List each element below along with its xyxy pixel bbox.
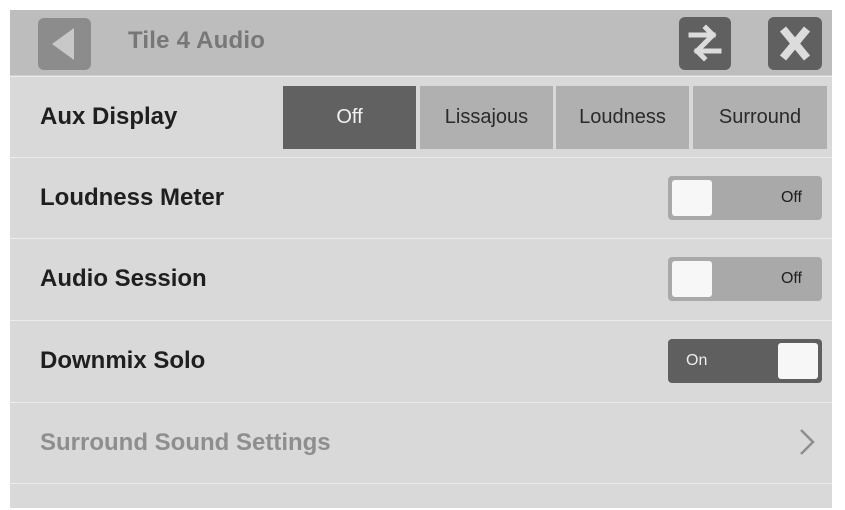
swap-button[interactable] [679,17,731,70]
audio-session-row: Audio Session Off [10,238,832,319]
aux-option-off[interactable]: Off [283,86,416,149]
page-title: Tile 4 Audio [128,27,266,54]
surround-sound-settings-row[interactable]: Surround Sound Settings [10,402,832,483]
toggle-state-text: Off [780,270,802,287]
downmix-solo-label: Downmix Solo [40,347,206,374]
downmix-solo-row: Downmix Solo On [10,320,832,401]
audio-session-toggle[interactable]: Off [668,257,822,301]
title-bar: Tile 4 Audio [10,10,832,76]
back-button[interactable] [38,18,91,70]
toggle-state-text: Off [780,189,802,206]
chevron-right-icon [796,427,818,462]
aux-display-row: Aux Display Off Lissajous Loudness Surro… [10,76,832,157]
aux-option-surround[interactable]: Surround [693,86,827,149]
toggle-knob [672,261,712,297]
audio-session-label: Audio Session [40,265,207,292]
close-button[interactable] [768,17,822,70]
toggle-knob [672,180,712,216]
surround-sound-settings-label: Surround Sound Settings [40,429,331,456]
settings-panel: Tile 4 Audio Aux Display Off Lissajous L… [10,10,832,508]
loudness-meter-label: Loudness Meter [40,184,225,211]
loudness-meter-toggle[interactable]: Off [668,176,822,220]
downmix-solo-toggle[interactable]: On [668,339,822,383]
aux-option-lissajous[interactable]: Lissajous [420,86,553,149]
toggle-knob [778,343,818,379]
toggle-state-text: On [686,352,708,369]
aux-option-loudness[interactable]: Loudness [556,86,689,149]
empty-row [10,483,832,508]
aux-display-label: Aux Display [40,103,178,130]
loudness-meter-row: Loudness Meter Off [10,157,832,238]
